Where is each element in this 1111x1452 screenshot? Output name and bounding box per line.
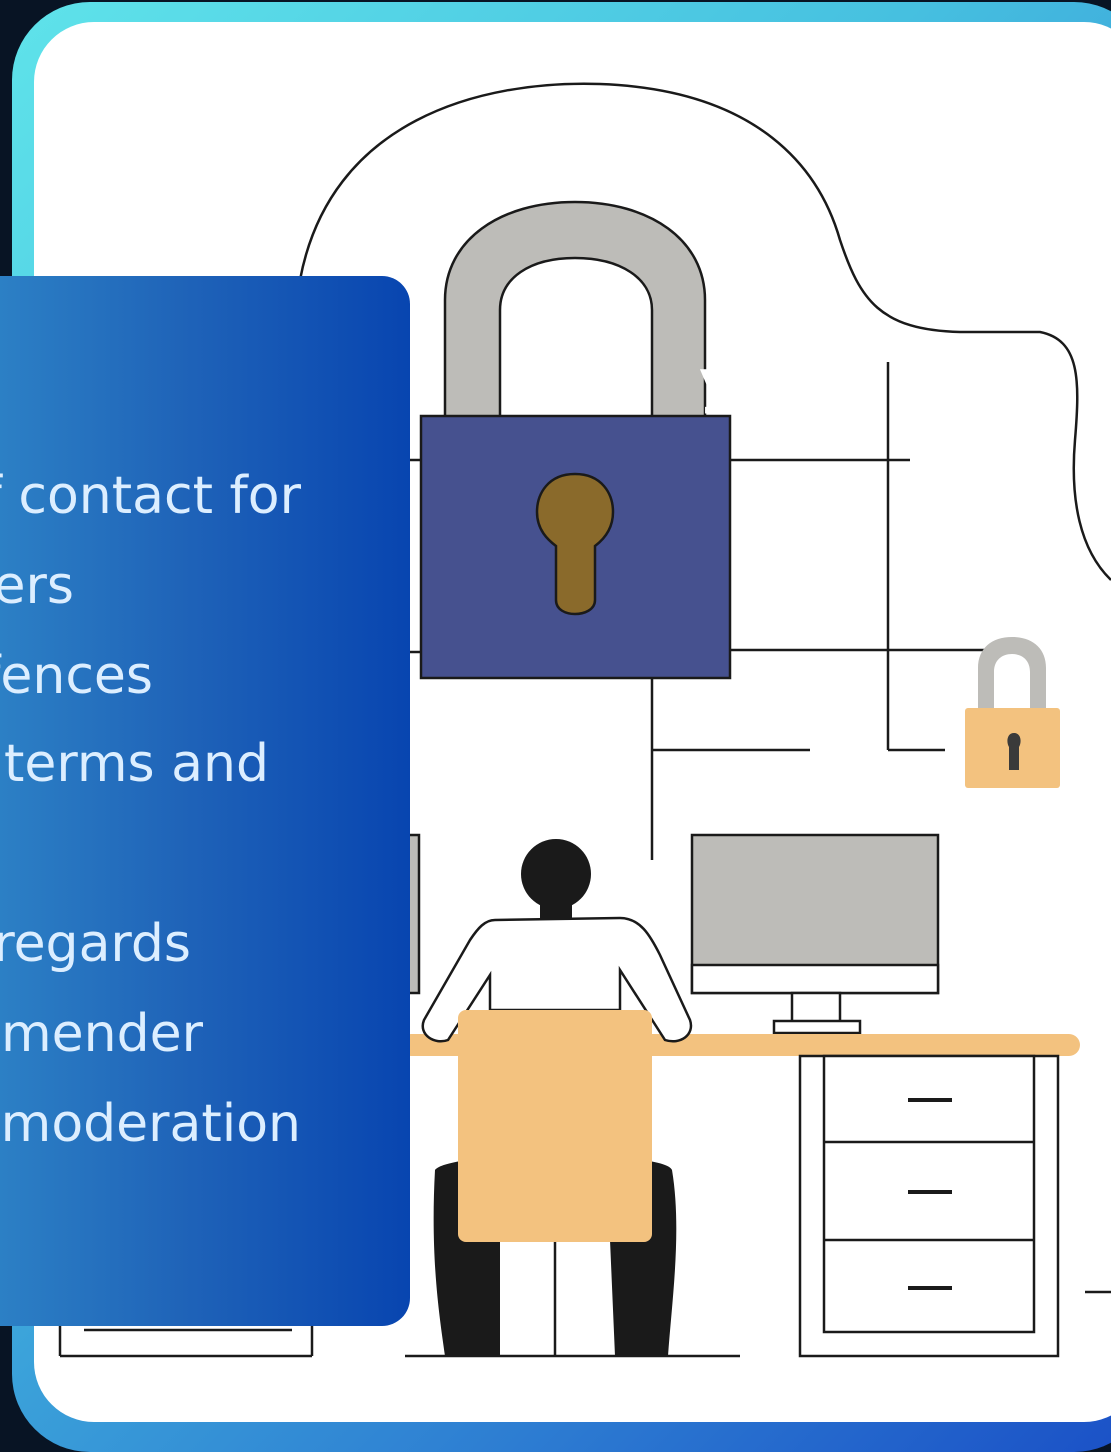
large-padlock-icon xyxy=(419,200,732,680)
panel-line-6: mender xyxy=(1,1004,203,1064)
panel-line-5: regards xyxy=(0,914,191,974)
panel-title: y xyxy=(699,347,737,415)
info-panel xyxy=(0,276,410,1326)
panel-line-1: f contact for xyxy=(0,466,301,526)
panel-line-3: fences xyxy=(0,646,153,706)
panel-line-7: moderation xyxy=(0,1094,301,1154)
panel-line-2: ers xyxy=(0,556,74,616)
small-padlock-icon xyxy=(965,637,1060,788)
panel-line-4: terms and xyxy=(4,734,269,794)
monitor-icon xyxy=(690,833,940,1035)
